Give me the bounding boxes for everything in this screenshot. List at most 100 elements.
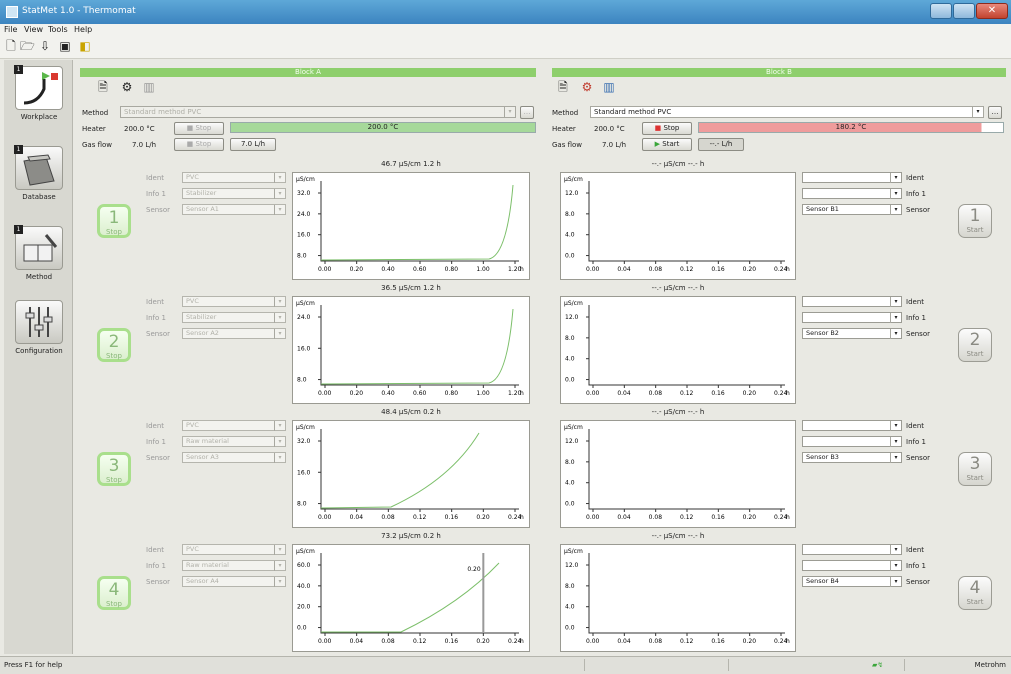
y-axis-unit: µS/cm	[564, 176, 583, 183]
info-select[interactable]: Raw material ▾	[182, 560, 286, 571]
chevron-down-icon: ▾	[890, 577, 901, 587]
block-a-file-icon[interactable]: 🗎	[96, 80, 110, 94]
cell-b2-start-button[interactable]: 2 Start	[958, 328, 992, 362]
new-file-icon[interactable]: 🗋	[4, 39, 18, 53]
export-icon[interactable]: ⇩	[38, 39, 52, 53]
menu-file[interactable]: File	[4, 25, 17, 34]
heater-stop-button-b[interactable]: ■ Stop	[642, 122, 692, 135]
gasflow-start-button-b[interactable]: ▶ Start	[642, 138, 692, 151]
sensor-select[interactable]: Sensor B1 ▾	[802, 204, 902, 215]
x-tick-label: 0.08	[649, 390, 663, 397]
gasflow-stop-button-a[interactable]: ■ Stop	[174, 138, 224, 151]
ident-select[interactable]: PVC ▾	[182, 420, 286, 431]
cell-number: 4	[969, 578, 981, 598]
sensor-label: Sensor	[146, 578, 170, 586]
y-tick-label: 0.0	[565, 501, 575, 508]
y-tick-label: 8.0	[565, 583, 575, 590]
toolbar: 🗋 🗁 ⇩ ▣ ◧	[0, 36, 1011, 59]
info-select[interactable]: ▾	[802, 436, 902, 447]
x-tick-label: 0.00	[318, 514, 332, 521]
info-select[interactable]: ▾	[802, 312, 902, 323]
sensor-select[interactable]: Sensor A2 ▾	[182, 328, 286, 339]
method-select-a[interactable]: Standard method PVC ▾	[120, 106, 516, 118]
chart-svg: µS/cm 32.0 16.0 8.0 0.00 0.04 0.08 0.12 0.16 0.20…	[296, 424, 524, 521]
block-a-chart-icon[interactable]: ▥	[142, 80, 156, 94]
x-tick-label: 0.80	[445, 390, 459, 397]
cell-a2-stop-button[interactable]: 2 Stop	[97, 328, 131, 362]
x-tick-label: 0.16	[711, 266, 725, 273]
sensor-select[interactable]: Sensor B2 ▾	[802, 328, 902, 339]
sensor-select[interactable]: Sensor B4 ▾	[802, 576, 902, 587]
cell-a3-stop-button[interactable]: 3 Stop	[97, 452, 131, 486]
chart-axes	[320, 181, 519, 262]
x-tick-label: 0.00	[586, 638, 600, 645]
ident-select[interactable]: ▾	[802, 544, 902, 555]
x-tick-label: 0.20	[350, 390, 364, 397]
ident-select[interactable]: ▾	[802, 296, 902, 307]
block-b-chart-icon[interactable]: ▥	[602, 80, 616, 94]
ident-select[interactable]: PVC ▾	[182, 172, 286, 183]
report-icon[interactable]: ◧	[78, 39, 92, 53]
menu-view[interactable]: View	[24, 25, 43, 34]
chevron-down-icon: ▾	[274, 173, 285, 183]
ident-select[interactable]: PVC ▾	[182, 544, 286, 555]
status-mode: Metrohm	[974, 661, 1006, 669]
y-tick-label: 8.0	[297, 501, 307, 508]
ident-select[interactable]: ▾	[802, 172, 902, 183]
menu-tools[interactable]: Tools	[48, 25, 68, 34]
x-tick-label: 0.00	[586, 390, 600, 397]
sensor-label: Sensor	[146, 454, 170, 462]
info-select[interactable]: ▾	[802, 560, 902, 571]
info-select[interactable]: Stabilizer ▾	[182, 188, 286, 199]
cell-a4-stop-button[interactable]: 4 Stop	[97, 576, 131, 610]
x-tick-label: 0.16	[711, 514, 725, 521]
y-tick-label: 8.0	[565, 211, 575, 218]
chevron-down-icon: ▾	[890, 561, 901, 571]
ident-select[interactable]: ▾	[802, 420, 902, 431]
close-icon: ✕	[987, 5, 997, 16]
sidebar-item-workplace[interactable]: 1 Workplace	[8, 65, 70, 121]
y-tick-label: 16.0	[297, 345, 311, 352]
sidebar-item-configuration[interactable]: Configuration	[8, 300, 70, 355]
method-browse-a[interactable]: …	[520, 106, 534, 119]
chart-svg: µS/cm 12.0 8.0 4.0 0.0 0.00 0.04 0.08 0.12 0.16 0.…	[564, 176, 790, 273]
sensor-select[interactable]: Sensor A4 ▾	[182, 576, 286, 587]
chart-svg: µS/cm 12.0 8.0 4.0 0.0 0.00 0.04 0.08 0.12 0.16 0.…	[564, 548, 790, 645]
x-tick-label: 0.08	[649, 514, 663, 521]
ident-select[interactable]: PVC ▾	[182, 296, 286, 307]
y-tick-label: 40.0	[297, 583, 311, 590]
block-b-file-icon[interactable]: 🗎	[556, 80, 570, 94]
cell-b4-start-button[interactable]: 4 Start	[958, 576, 992, 610]
sensor-select[interactable]: Sensor B3 ▾	[802, 452, 902, 463]
heater-stop-button-a[interactable]: ■ Stop	[174, 122, 224, 135]
y-tick-label: 4.0	[565, 604, 575, 611]
info-select[interactable]: Raw material ▾	[182, 436, 286, 447]
chevron-down-icon: ▾	[274, 329, 285, 339]
sensor-select[interactable]: Sensor A1 ▾	[182, 204, 286, 215]
sidebar-item-method[interactable]: 1 Method	[8, 225, 70, 281]
cell-number: 2	[108, 332, 120, 352]
sidebar-item-database[interactable]: 1 Database	[8, 145, 70, 201]
chevron-down-icon: ▾	[274, 297, 285, 307]
maximize-button[interactable]	[953, 3, 975, 19]
sensor-select[interactable]: Sensor A3 ▾	[182, 452, 286, 463]
close-button[interactable]: ✕	[976, 3, 1008, 19]
chevron-down-icon: ▾	[274, 545, 285, 555]
y-axis-unit: µS/cm	[564, 548, 583, 555]
info-select[interactable]: Stabilizer ▾	[182, 312, 286, 323]
info-label: Info 1	[906, 314, 926, 322]
y-tick-label: 4.0	[565, 356, 575, 363]
cell-b1-start-button[interactable]: 1 Start	[958, 204, 992, 238]
method-select-b[interactable]: Standard method PVC ▾	[590, 106, 984, 118]
cell-b3-start-button[interactable]: 3 Start	[958, 452, 992, 486]
cell-a1-stop-button[interactable]: 1 Stop	[97, 204, 131, 238]
menu-help[interactable]: Help	[74, 25, 92, 34]
device-icon[interactable]: ▣	[58, 39, 72, 53]
open-file-icon[interactable]: 🗁	[20, 39, 35, 53]
block-a-settings-icon[interactable]: ⚙	[120, 80, 134, 94]
block-b-settings-icon[interactable]: ⚙	[580, 80, 594, 94]
info-select[interactable]: ▾	[802, 188, 902, 199]
x-tick-label: 0.00	[318, 266, 332, 273]
minimize-button[interactable]	[930, 3, 952, 19]
method-browse-b[interactable]: …	[988, 106, 1002, 119]
